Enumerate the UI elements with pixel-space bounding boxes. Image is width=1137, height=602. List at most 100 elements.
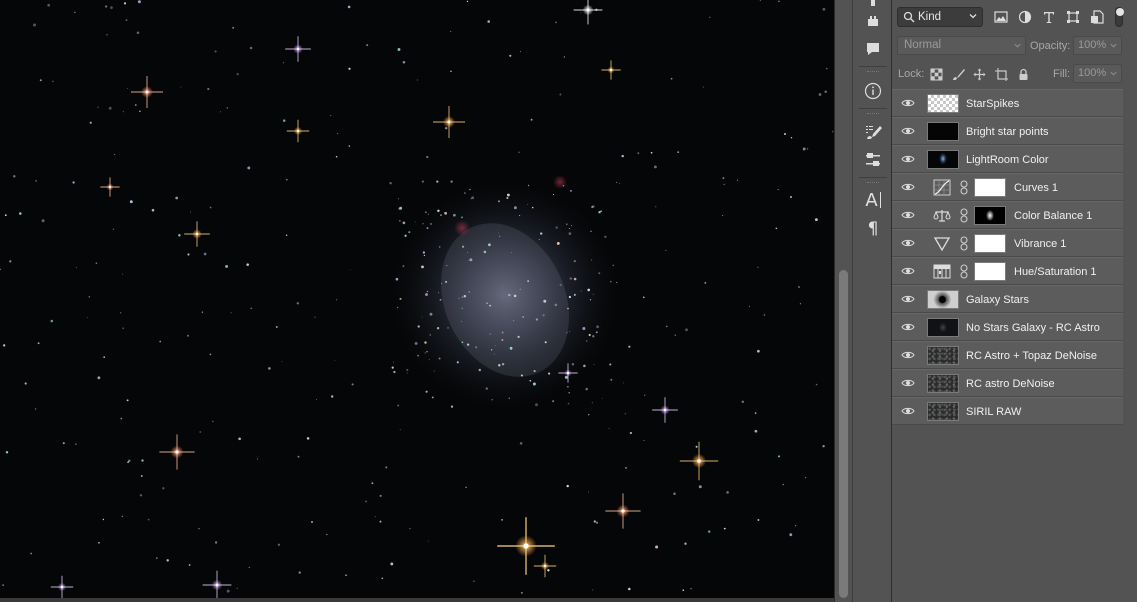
eye-icon[interactable] [901,266,915,276]
lock-all-icon[interactable] [1015,66,1031,82]
layer-name: StarSpikes [966,98,1020,110]
info-icon[interactable] [861,80,885,102]
chevron-down-icon [1110,71,1117,76]
filter-toggle-switch[interactable] [1115,7,1124,27]
opacity-field[interactable]: 100% [1073,36,1122,55]
layer-mask-thumbnail[interactable] [974,262,1006,281]
lock-artboard-icon[interactable] [993,66,1009,82]
layer-row[interactable]: RC astro DeNoise [892,369,1123,397]
layer-row[interactable]: No Stars Galaxy - RC Astro [892,313,1123,341]
layer-row[interactable]: StarSpikes [892,89,1123,117]
lock-position-icon[interactable] [971,66,987,82]
paragraph-panel-icon[interactable]: ¶ [861,218,885,240]
smart-object-filter-icon[interactable] [1089,9,1105,25]
color-balance-icon [933,210,951,222]
character-panel-icon[interactable]: A [861,189,885,211]
layer-row[interactable]: Bright star points [892,117,1123,145]
layer-row[interactable]: LightRoom Color [892,145,1123,173]
blend-mode-select[interactable]: Normal [897,36,1026,55]
layer-thumbnail [927,122,959,141]
image-filter-icon[interactable] [993,9,1009,25]
link-chain-icon[interactable] [960,264,968,279]
eye-icon[interactable] [901,154,915,164]
eye-icon[interactable] [901,350,915,360]
layer-list: StarSpikes Bright star points LightRoom … [892,89,1123,425]
document-canvas[interactable] [0,0,834,598]
eye-icon[interactable] [901,238,915,248]
layer-mask-thumbnail[interactable] [974,234,1006,253]
eye-icon[interactable] [901,182,915,192]
layer-name: SIRIL RAW [966,406,1022,418]
layer-row[interactable]: SIRIL RAW [892,397,1123,425]
layer-name: LightRoom Color [966,154,1049,166]
hue-saturation-icon [933,264,951,279]
divider [859,66,887,67]
layers-panel-scrollbar[interactable] [1123,89,1137,602]
filter-kind-select[interactable]: Kind [897,7,983,27]
layer-filter-row: Kind [892,0,1137,32]
paragraph-glyph: ¶ [867,219,879,239]
type-filter-icon[interactable] [1041,9,1057,25]
canvas-hscroll[interactable] [0,598,834,602]
layer-thumbnail [927,402,959,421]
layer-name: Bright star points [966,126,1049,138]
eye-icon[interactable] [901,322,915,332]
layer-mask-thumbnail[interactable] [974,206,1006,225]
plugin-icon[interactable] [861,10,885,32]
panel-toolstrip: A ¶ [852,0,892,602]
layer-row[interactable]: Hue/Saturation 1 [892,257,1123,285]
layer-mask-thumbnail[interactable] [974,178,1006,197]
layer-thumbnail [927,150,959,169]
layer-row[interactable]: Galaxy Stars [892,285,1123,313]
layer-row[interactable]: Color Balance 1 [892,201,1123,229]
brush-settings-icon[interactable] [861,121,885,143]
scrollbar-thumb[interactable] [839,270,848,598]
layers-panel: Kind Normal Opacity: 100% Lock: Fill: 10… [892,0,1137,602]
opacity-label: Opacity: [1030,40,1071,52]
chevron-down-icon [969,14,977,19]
opacity-value: 100% [1078,39,1107,51]
link-chain-icon[interactable] [960,208,968,223]
layer-name: Galaxy Stars [966,294,1029,306]
layer-row[interactable]: RC Astro + Topaz DeNoise [892,341,1123,369]
shape-filter-icon[interactable] [1065,9,1081,25]
lock-transparent-pixels-icon[interactable] [928,66,944,82]
search-icon [903,11,915,23]
link-chain-icon[interactable] [960,180,968,195]
adjustment-filter-icon[interactable] [1017,9,1033,25]
eye-icon[interactable] [901,406,915,416]
fill-field[interactable]: 100% [1073,64,1122,83]
astrophoto-image [0,0,834,598]
vibrance-icon [933,237,951,252]
layer-name: Curves 1 [1014,182,1059,194]
layer-thumbnail [927,94,959,113]
eye-icon[interactable] [901,126,915,136]
filter-kind-label: Kind [918,11,942,23]
eye-icon[interactable] [901,294,915,304]
divider [859,177,887,178]
eye-icon[interactable] [901,378,915,388]
canvas-vertical-scrollbar[interactable] [834,0,852,602]
layer-name: Color Balance 1 [1014,210,1093,222]
panel-grip[interactable] [867,182,879,184]
chevron-down-icon [1014,43,1021,48]
layer-row[interactable]: Curves 1 [892,173,1123,201]
layer-name: No Stars Galaxy - RC Astro [966,322,1100,334]
chevron-down-icon [1110,43,1117,48]
lock-image-pixels-icon[interactable] [950,66,966,82]
eye-icon[interactable] [901,210,915,220]
text-tool-glyph: A [865,189,878,211]
text-cursor-icon [879,192,881,208]
comments-icon[interactable] [861,38,885,60]
blend-mode-value: Normal [904,39,942,51]
adjustments-icon[interactable] [861,149,885,171]
eye-icon[interactable] [901,98,915,108]
layer-name: RC astro DeNoise [966,378,1055,390]
panel-grip[interactable] [867,113,879,115]
layer-row[interactable]: Vibrance 1 [892,229,1123,257]
link-chain-icon[interactable] [960,236,968,251]
layer-name: Vibrance 1 [1014,238,1067,250]
fill-value: 100% [1078,67,1107,79]
panel-grip[interactable] [867,71,879,73]
layer-name: RC Astro + Topaz DeNoise [966,350,1097,362]
